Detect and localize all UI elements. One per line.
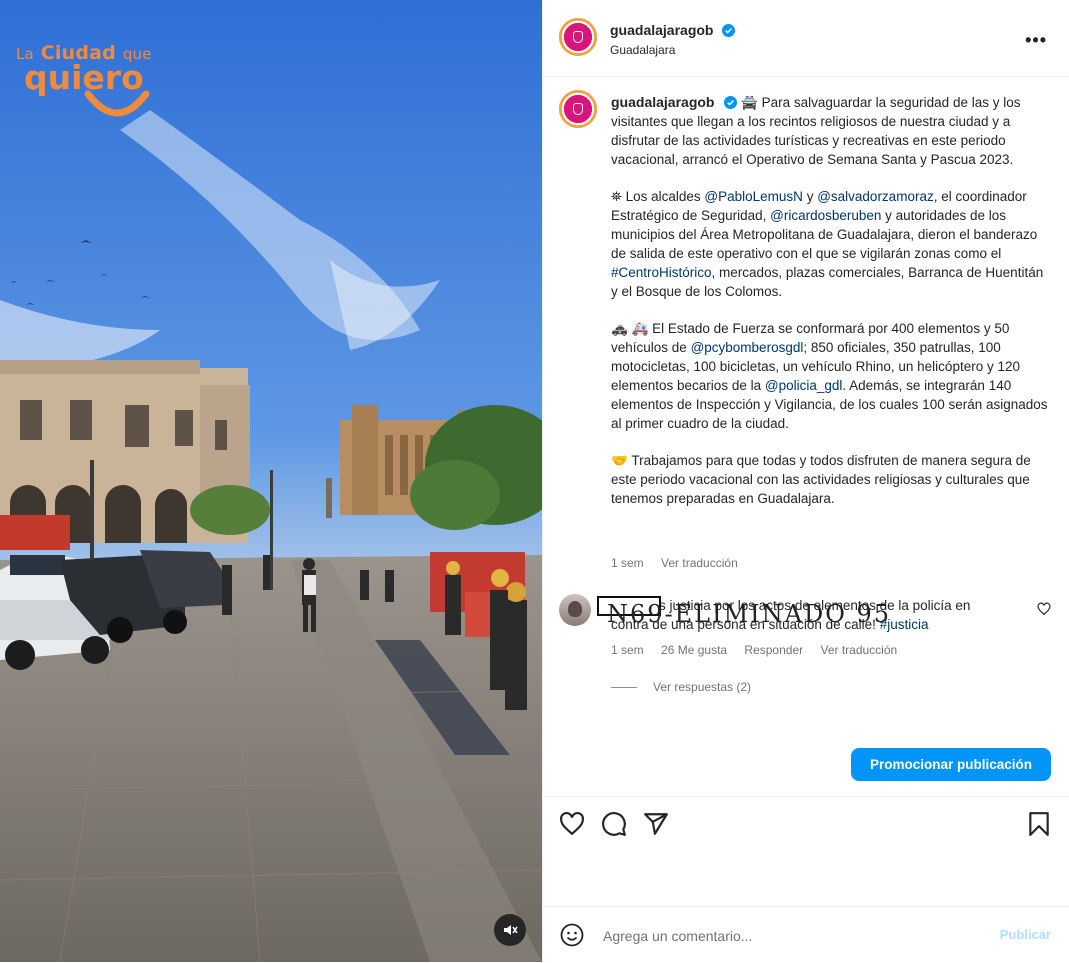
caption-paragraph-2: ⛯ Los alcaldes @PabloLemusN y @salvadorz… (611, 187, 1051, 301)
share-icon[interactable] (643, 811, 669, 837)
vehicles-emoji: 🚓 🚑 (611, 321, 649, 336)
post-header: guadalajaragob Guadalajara ••• (543, 0, 1069, 77)
comment-likes[interactable]: 26 Me gusta (661, 643, 727, 657)
action-bar (543, 796, 1069, 897)
comment-input[interactable] (601, 923, 975, 949)
emoji-icon[interactable] (560, 923, 584, 947)
city-logo: La Ciudad que quiero (16, 42, 166, 117)
mute-button[interactable] (494, 914, 526, 946)
header-username[interactable]: guadalajaragob (610, 22, 713, 38)
caption-paragraph-1: guadalajaragob 🚔 Para salvaguardar la se… (611, 93, 1051, 169)
handshake-emoji: 🤝 (611, 453, 628, 468)
hashtag-justicia[interactable]: #justicia (880, 617, 929, 632)
comment-icon[interactable] (601, 811, 627, 837)
heart-icon[interactable] (559, 811, 585, 837)
view-replies-button[interactable]: Ver respuestas (2) (611, 680, 751, 694)
street-photo (0, 0, 542, 962)
comment-text: Exigimos justicia por los actos de eleme… (611, 596, 1011, 634)
caption-time: 1 sem (611, 556, 644, 570)
mention-pcybomberosgdl[interactable]: @pcybomberosgdl (691, 340, 804, 355)
caption-meta: 1 sem Ver traducción (611, 556, 752, 570)
comment-like-icon[interactable] (1037, 602, 1051, 616)
more-options-button[interactable]: ••• (1025, 30, 1047, 51)
redaction-box (597, 596, 661, 616)
publish-button[interactable]: Publicar (1000, 927, 1051, 942)
mention-salvadorzamora[interactable]: @salvadorzamoraz (817, 189, 934, 204)
verified-icon (721, 24, 735, 37)
mute-icon (504, 925, 518, 935)
smile-icon (84, 90, 150, 117)
mention-policia-gdl[interactable]: @policia_gdl (765, 378, 843, 393)
mention-ricardosberuben[interactable]: @ricardosberuben (770, 208, 881, 223)
flag-emoji: ⛯ (611, 189, 622, 204)
caption-avatar[interactable] (559, 90, 597, 128)
comment-meta: 1 sem 26 Me gusta Responder Ver traducci… (611, 643, 911, 657)
post-media[interactable]: La Ciudad que quiero (0, 0, 542, 962)
caption-text-2a: Los alcaldes (625, 189, 701, 204)
reply-button[interactable]: Responder (744, 643, 803, 657)
instagram-post: La Ciudad que quiero guadalajaragob Guad… (0, 0, 1069, 962)
post-panel: guadalajaragob Guadalajara ••• guadalaja… (542, 0, 1069, 962)
more-icon: ••• (1025, 30, 1047, 50)
view-replies-label: Ver respuestas (2) (653, 680, 752, 694)
police-car-emoji: 🚔 (741, 95, 758, 110)
replies-divider (611, 686, 637, 688)
caption-text-2b: y (806, 189, 814, 204)
caption-text-4: Trabajamos para que todas y todos disfru… (611, 453, 1031, 506)
verified-icon (724, 96, 738, 109)
caption-username[interactable]: guadalajaragob (611, 94, 714, 110)
post-caption: guadalajaragob 🚔 Para salvaguardar la se… (611, 93, 1051, 526)
profile-avatar[interactable] (559, 18, 597, 56)
caption-translate-link[interactable]: Ver traducción (661, 556, 738, 570)
comment-translate-link[interactable]: Ver traducción (820, 643, 897, 657)
caption-paragraph-4: 🤝 Trabajamos para que todas y todos disf… (611, 451, 1051, 508)
post-location[interactable]: Guadalajara (610, 43, 675, 57)
commenter-avatar[interactable] (559, 594, 591, 626)
caption-paragraph-3: 🚓 🚑 El Estado de Fuerza se conformará po… (611, 319, 1051, 433)
hashtag-centrohistorico[interactable]: #CentroHistórico (611, 265, 712, 280)
header-username-row: guadalajaragob (610, 22, 735, 40)
bookmark-icon[interactable] (1026, 811, 1052, 837)
promote-post-button[interactable]: Promocionar publicación (851, 748, 1051, 781)
comment-time: 1 sem (611, 643, 644, 657)
add-comment-bar: Publicar (543, 906, 1069, 963)
mention-pablolemus[interactable]: @PabloLemusN (704, 189, 803, 204)
